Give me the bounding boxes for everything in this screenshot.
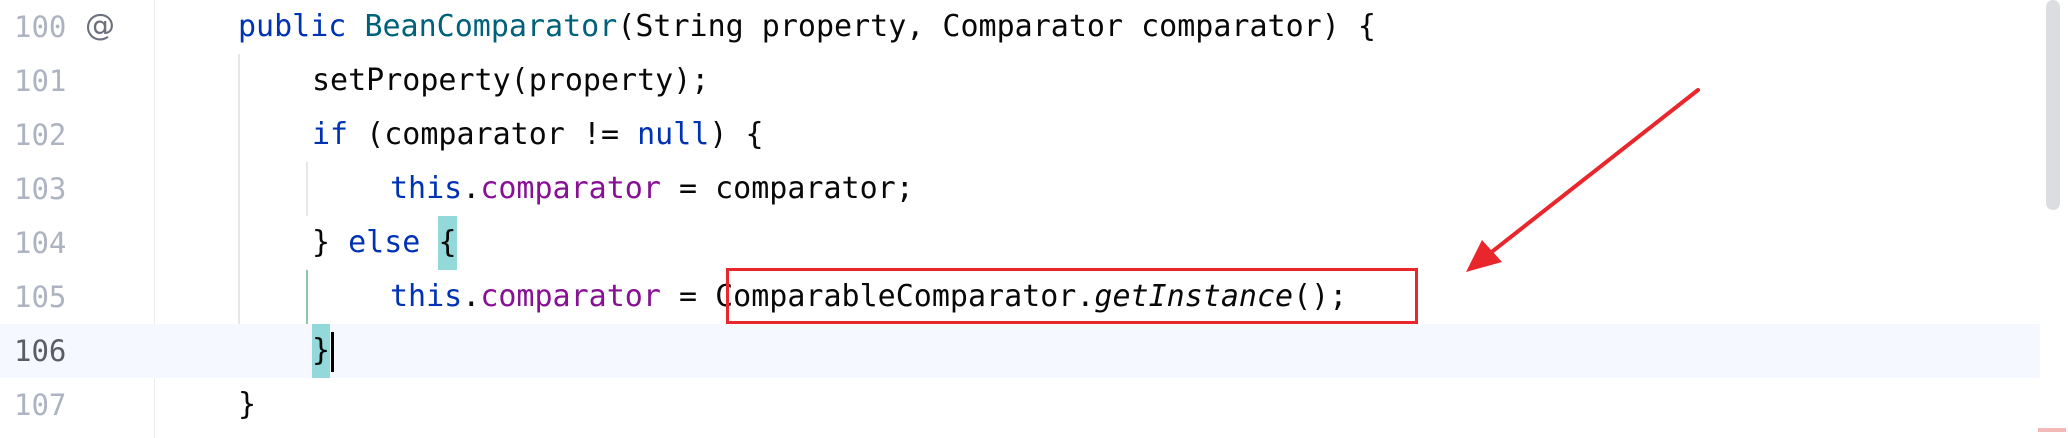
line-number[interactable]: 101 — [14, 54, 66, 108]
vertical-scrollbar[interactable] — [2046, 0, 2060, 210]
code-line[interactable]: 103 this.comparator = comparator; — [0, 162, 2040, 216]
code-token: = — [660, 279, 716, 314]
code-token: } — [312, 225, 349, 260]
line-number[interactable]: 102 — [14, 108, 66, 162]
code-token: else — [348, 225, 421, 260]
code-token: comparator — [480, 279, 661, 314]
line-number[interactable]: 103 — [14, 162, 66, 216]
code-token: . — [462, 279, 481, 314]
code-editor[interactable]: 100 @ public BeanComparator(String propert… — [0, 0, 2068, 438]
code-token: = comparator; — [660, 171, 914, 206]
line-number[interactable]: 105 — [14, 270, 66, 324]
code-token: if — [312, 117, 349, 152]
code-token: setProperty(property); — [312, 63, 710, 98]
code-text[interactable]: } — [312, 324, 335, 378]
line-number[interactable]: 104 — [14, 216, 66, 270]
line-number[interactable]: 107 — [14, 378, 66, 432]
code-text[interactable]: setProperty(property); — [312, 54, 709, 108]
line-number[interactable]: 106 — [14, 324, 66, 378]
code-line[interactable]: 107} — [0, 378, 2040, 432]
code-token: ) { — [709, 117, 764, 152]
code-token: this — [390, 171, 463, 206]
code-text[interactable]: } else { — [312, 216, 457, 270]
code-token: null — [637, 117, 710, 152]
code-token: (String property, Comparator comparator)… — [617, 9, 1376, 44]
override-annotation-icon[interactable]: @ — [82, 8, 118, 44]
code-text[interactable]: public BeanComparator(String property, C… — [238, 0, 1376, 54]
matched-brace: { — [438, 216, 457, 270]
error-stripe-mark[interactable] — [2038, 428, 2066, 432]
code-line[interactable]: 100 @ public BeanComparator(String propert… — [0, 0, 2040, 54]
line-number[interactable]: 100 — [14, 0, 66, 54]
annotation-highlight-box — [726, 268, 1418, 324]
code-token: BeanComparator — [364, 9, 618, 44]
code-line[interactable]: 101 setProperty(property); — [0, 54, 2040, 108]
text-caret — [331, 331, 335, 372]
matched-brace: } — [312, 324, 331, 378]
code-line[interactable]: 104} else { — [0, 216, 2040, 270]
code-text[interactable]: if (comparator != null) { — [312, 108, 764, 162]
code-token: . — [462, 171, 481, 206]
code-token: (comparator != — [348, 117, 638, 152]
code-text[interactable]: this.comparator = comparator; — [390, 162, 914, 216]
code-text[interactable]: } — [238, 378, 256, 432]
code-token: this — [390, 279, 463, 314]
code-line[interactable]: 106} — [0, 324, 2040, 378]
code-line[interactable]: 102 if (comparator != null) { — [0, 108, 2040, 162]
code-token: public — [238, 9, 347, 44]
code-token: } — [238, 387, 257, 422]
code-token: comparator — [480, 171, 661, 206]
